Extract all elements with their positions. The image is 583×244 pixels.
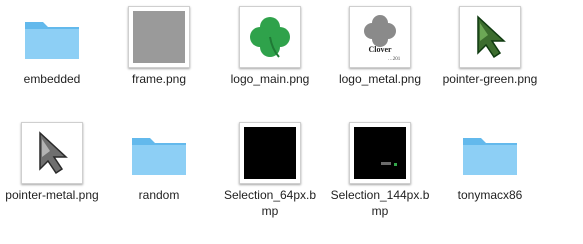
file-frame-png[interactable]: frame.png [103,2,215,114]
image-thumbnail [239,6,301,68]
file-label: embedded [23,72,81,86]
image-thumbnail [459,6,521,68]
file-label: Selection_144px.b mp [330,188,430,218]
file-label: Selection_64px.b mp [223,188,317,218]
file-label: pointer-metal.png [5,188,99,202]
folder-random[interactable]: random [103,118,215,230]
svg-text:Clover: Clover [368,45,392,54]
file-pointer-green-png[interactable]: pointer-green.png [434,2,546,114]
image-thumbnail [239,122,301,184]
file-label: frame.png [131,72,187,86]
svg-text:…201: …201 [388,57,401,62]
image-thumbnail [128,6,190,68]
image-thumbnail [349,122,411,184]
file-label: tonymacx86 [457,188,523,202]
file-selection-64px-bmp[interactable]: Selection_64px.b mp [214,118,326,230]
folder-icon [19,6,85,72]
image-thumbnail [21,122,83,184]
folder-icon [126,122,192,188]
file-pointer-metal-png[interactable]: pointer-metal.png [0,118,108,230]
file-selection-144px-bmp[interactable]: Selection_144px.b mp [324,118,436,230]
file-logo-metal-png[interactable]: Clover …201 logo_metal.png [324,2,436,114]
file-label: random [138,188,180,202]
file-logo-main-png[interactable]: logo_main.png [214,2,326,114]
folder-embedded[interactable]: embedded [0,2,108,114]
folder-tonymacx86[interactable]: tonymacx86 [434,118,546,230]
file-label: logo_metal.png [338,72,422,86]
folder-icon [457,122,523,188]
image-thumbnail: Clover …201 [349,6,411,68]
file-label: logo_main.png [230,72,310,86]
file-label: pointer-green.png [442,72,538,86]
